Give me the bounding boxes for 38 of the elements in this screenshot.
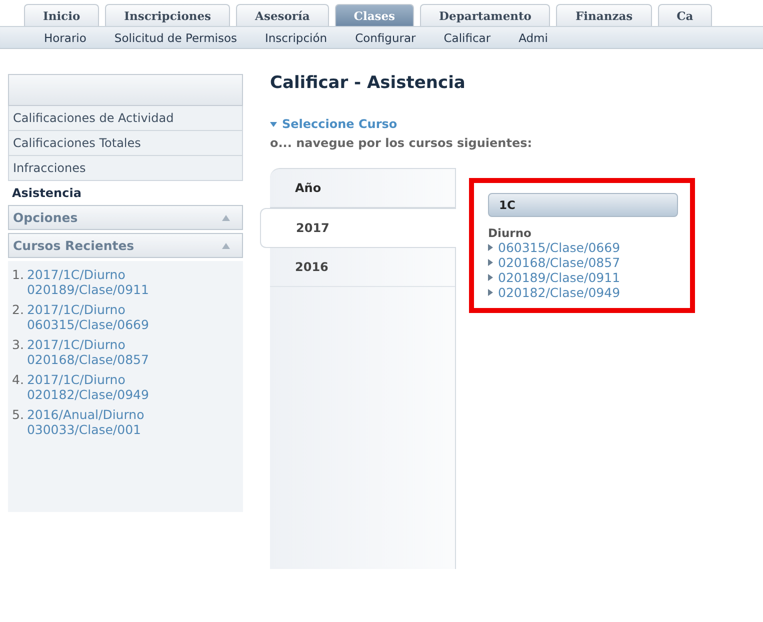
list-number: 1. [12,267,24,284]
sidebar-item[interactable]: Infracciones [8,156,243,181]
bullet-icon [488,274,493,281]
course-link[interactable]: 060315/Clase/0669 [488,240,620,255]
page-title: Calificar - Asistencia [270,73,466,93]
nav-tab[interactable]: Inicio [24,4,100,26]
subnav-link[interactable]: Solicitud de Permisos [114,30,237,44]
shift-label: Diurno [488,226,532,240]
subnav-link[interactable]: Admi [518,30,548,44]
bullet-icon [488,289,493,296]
nav-tab[interactable]: Departamento [420,4,550,26]
select-course-link[interactable]: Seleccione Curso [270,117,398,131]
section-header[interactable]: Cursos Recientes [8,233,243,258]
subnav-link[interactable]: Configurar [355,30,416,44]
caret-icon [270,122,277,126]
course-link[interactable]: 020168/Clase/0857 [488,255,620,270]
section-header[interactable]: Opciones [8,205,243,230]
group-header: 1C [488,193,678,217]
subnav-link[interactable]: Horario [44,30,86,44]
list-number: 4. [12,372,24,389]
list-number: 5. [12,407,24,424]
course-link[interactable]: 020182/Clase/0949 [488,285,620,300]
bullet-icon [488,259,493,266]
sidebar-item[interactable]: Calificaciones de Actividad [8,106,243,131]
browse-hint: o... navegue por los cursos siguientes: [270,136,534,150]
subnav-link[interactable]: Calificar [444,30,491,44]
sidebar-item[interactable]: Calificaciones Totales [8,131,243,156]
year-item[interactable]: 2017 [260,208,456,248]
nav-tab[interactable]: Finanzas [556,4,652,26]
subnav-link[interactable]: Inscripción [265,30,328,44]
nav-tab[interactable]: Inscripciones [105,4,230,26]
nav-tab[interactable]: Asesoría [236,4,329,26]
list-number: 3. [12,337,24,354]
nav-tab[interactable]: Ca [658,4,712,26]
course-link[interactable]: 020189/Clase/0911 [488,270,620,285]
year-item[interactable]: 2016 [270,248,455,287]
bullet-icon [488,244,493,251]
list-number: 2. [12,302,24,319]
